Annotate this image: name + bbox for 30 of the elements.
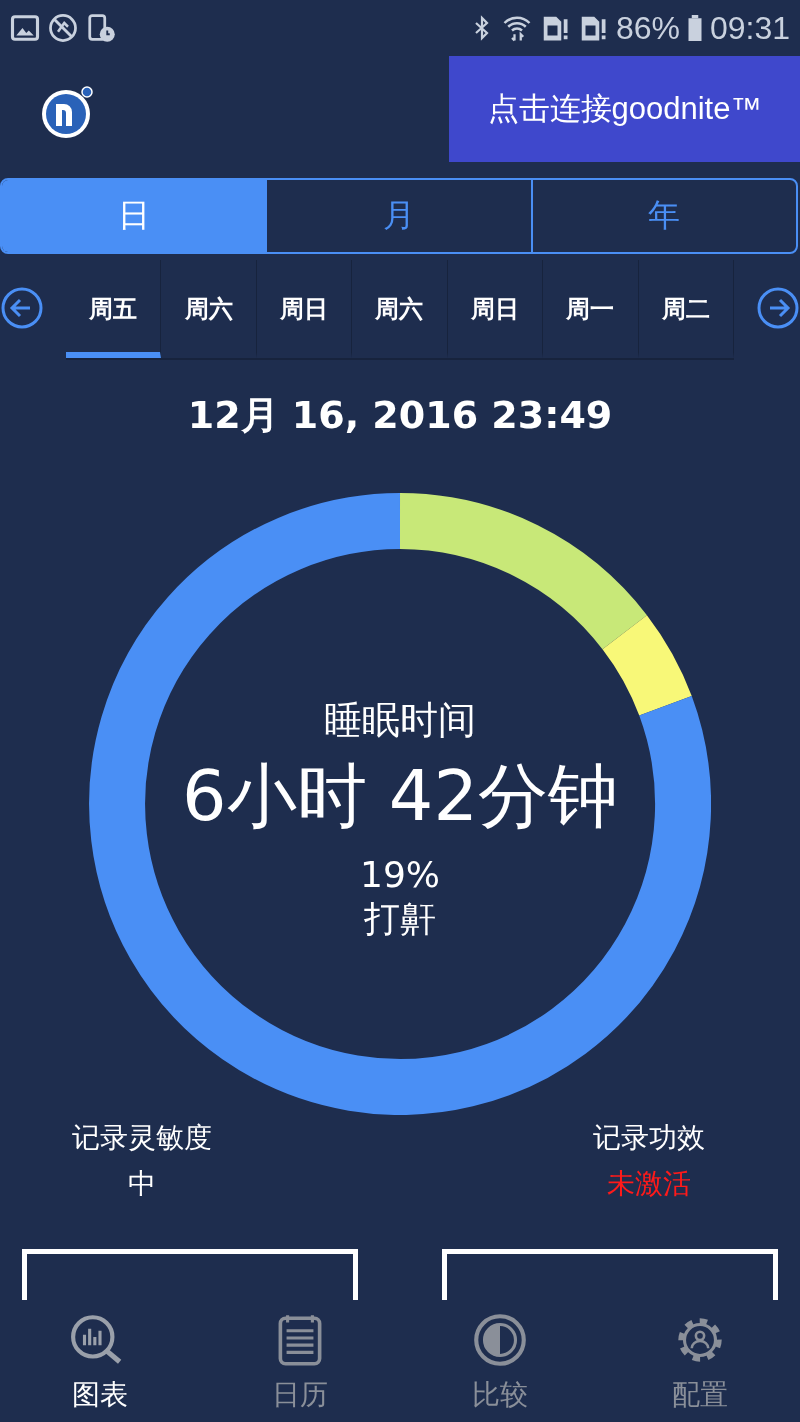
stat-value: 中 [128, 1166, 156, 1202]
snore-label: 打鼾 [364, 896, 436, 941]
nav-item[interactable]: 配置 [600, 1300, 800, 1422]
gallery-icon [10, 13, 40, 43]
sleep-time-label: 睡眠时间 [324, 696, 476, 744]
period-tab[interactable]: 年 [530, 180, 796, 252]
day-tab[interactable]: 周六 [161, 260, 257, 358]
day-tab[interactable]: 周日 [447, 260, 544, 358]
blocked-icon [48, 13, 78, 43]
nav-item[interactable]: 图表 [0, 1300, 200, 1422]
snore-percent: 19% [360, 853, 440, 895]
period-tab[interactable]: 月 [265, 180, 531, 252]
device-clock-icon [86, 13, 116, 43]
sleep-duration: 6小时 42分钟 [182, 753, 618, 839]
battery-percent: 86% [615, 9, 680, 47]
day-tab[interactable]: 周二 [638, 260, 734, 358]
day-tab[interactable]: 周日 [256, 260, 353, 358]
battery-icon [687, 15, 702, 41]
clock-time: 09:31 [709, 9, 790, 47]
stat-label: 记录功效 [593, 1120, 705, 1156]
app-logo [40, 84, 96, 140]
connect-button[interactable]: 点击连接goodnite™ [449, 56, 800, 162]
day-tab[interactable]: 周一 [543, 260, 639, 358]
nav-item[interactable]: 比较 [400, 1300, 600, 1422]
date-heading: 12月 16, 2016 23:49 [186, 392, 614, 439]
stat-value: 未激活 [607, 1166, 691, 1202]
stat-label: 记录灵敏度 [72, 1120, 212, 1156]
day-tab[interactable]: 周六 [352, 260, 448, 358]
day-tab[interactable]: 周五 [66, 260, 162, 358]
nav-item[interactable]: 日历 [200, 1300, 400, 1422]
